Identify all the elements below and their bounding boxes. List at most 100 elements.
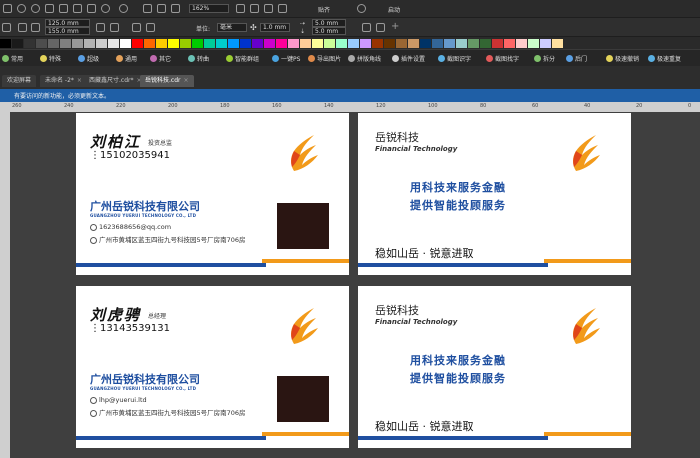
zoom-level-select[interactable]: 162% (189, 4, 229, 13)
new-document-icon[interactable] (3, 4, 12, 13)
paste-icon[interactable] (87, 4, 96, 13)
current-page-icon[interactable] (110, 23, 119, 32)
color-swatch[interactable] (408, 38, 419, 48)
plugin-button[interactable]: 超级 (78, 54, 99, 63)
export-icon[interactable] (157, 4, 166, 13)
import-icon[interactable] (143, 4, 152, 13)
plugin-button[interactable]: 截图识字 (438, 54, 471, 63)
full-screen-icon[interactable] (236, 4, 245, 13)
color-swatch[interactable] (336, 38, 347, 48)
plugin-button[interactable]: 通用 (116, 54, 137, 63)
color-swatch[interactable] (264, 38, 275, 48)
color-swatch[interactable] (276, 38, 287, 48)
cut-icon[interactable] (59, 4, 68, 13)
color-swatch[interactable] (288, 38, 299, 48)
color-swatch[interactable] (204, 38, 215, 48)
color-swatch[interactable] (0, 38, 11, 48)
copy-icon[interactable] (73, 4, 82, 13)
color-swatch[interactable] (252, 38, 263, 48)
units-select[interactable]: 毫米 (217, 23, 247, 32)
all-pages-icon[interactable] (96, 23, 105, 32)
document-tab[interactable]: 未命名 -2* × (40, 75, 87, 87)
color-swatch[interactable] (96, 38, 107, 48)
plugin-button[interactable]: 极速撤销 (606, 54, 639, 63)
close-tab-icon[interactable]: × (183, 77, 188, 84)
color-swatch[interactable] (300, 38, 311, 48)
business-card-front-2[interactable]: 刘虎骋 总经理 ⋮13143539131 广州岳锐科技有限公司 GUANGZHO… (76, 286, 349, 448)
color-swatch[interactable] (492, 38, 503, 48)
plugin-button[interactable]: 后门 (566, 54, 587, 63)
plugin-button[interactable]: 常用 (2, 54, 23, 63)
plugin-button[interactable]: 截图找字 (486, 54, 519, 63)
color-swatch[interactable] (312, 38, 323, 48)
color-swatch[interactable] (120, 38, 131, 48)
launch-dropdown[interactable]: 启动 (388, 5, 400, 14)
color-swatch[interactable] (228, 38, 239, 48)
cloud-upload-icon[interactable] (17, 4, 26, 13)
plugin-button[interactable]: 拼版角线 (348, 54, 381, 63)
document-tab[interactable]: 岳锐科技.cdr × (140, 75, 194, 87)
color-swatch[interactable] (384, 38, 395, 48)
page-height-field[interactable]: 155.0 mm (45, 27, 90, 35)
color-swatch[interactable] (108, 38, 119, 48)
nudge-distance-field[interactable]: 1.0 mm (260, 23, 290, 32)
color-swatch[interactable] (132, 38, 143, 48)
plugin-button[interactable]: 拆分 (534, 54, 555, 63)
color-swatch[interactable] (168, 38, 179, 48)
color-swatch[interactable] (516, 38, 527, 48)
color-swatch[interactable] (468, 38, 479, 48)
color-swatch[interactable] (48, 38, 59, 48)
guidelines-icon[interactable] (278, 4, 287, 13)
redo-icon[interactable] (119, 4, 128, 13)
plus-icon[interactable]: + (391, 21, 399, 32)
color-swatch[interactable] (144, 38, 155, 48)
color-swatch[interactable] (324, 38, 335, 48)
plugin-button[interactable]: 转曲 (188, 54, 209, 63)
close-tab-icon[interactable]: × (77, 77, 82, 84)
horizontal-ruler[interactable]: 260 240 220 200 180 160 140 120 100 80 60 40 20 0 (0, 102, 700, 112)
color-swatch[interactable] (156, 38, 167, 48)
duplicate-y-field[interactable]: 5.0 mm (312, 27, 346, 35)
plugin-button[interactable]: 极速重复 (648, 54, 681, 63)
color-swatch[interactable] (420, 38, 431, 48)
plugin-button[interactable]: 一键PS (272, 54, 300, 63)
color-swatch[interactable] (540, 38, 551, 48)
color-swatch[interactable] (528, 38, 539, 48)
plugin-button[interactable]: 智能群组 (226, 54, 259, 63)
color-swatch[interactable] (444, 38, 455, 48)
grid-icon[interactable] (264, 4, 273, 13)
plugin-button[interactable]: 其它 (150, 54, 171, 63)
business-card-front-1[interactable]: 刘柏江 投资总监 ⋮15102035941 广州岳锐科技有限公司 GUANGZH… (76, 113, 349, 275)
business-card-back-2[interactable]: 岳锐科技 Financial Technology 用科技来服务金融 提供智能投… (358, 286, 631, 448)
print-icon[interactable] (45, 4, 54, 13)
document-tab[interactable]: 西藏鑫尺寸.cdr* × (84, 75, 147, 87)
rulers-icon[interactable] (250, 4, 259, 13)
page-size-icon[interactable] (2, 23, 11, 32)
cloud-download-icon[interactable] (31, 4, 40, 13)
add-page-icon[interactable] (376, 23, 385, 32)
color-swatch[interactable] (192, 38, 203, 48)
options-gear-icon[interactable] (357, 4, 366, 13)
portrait-icon[interactable] (18, 23, 27, 32)
color-swatch[interactable] (504, 38, 515, 48)
color-swatch[interactable] (348, 38, 359, 48)
color-swatch[interactable] (216, 38, 227, 48)
color-swatch[interactable] (396, 38, 407, 48)
color-swatch[interactable] (84, 38, 95, 48)
color-swatch[interactable] (432, 38, 443, 48)
color-swatch[interactable] (72, 38, 83, 48)
vertical-ruler[interactable] (0, 112, 10, 458)
publish-pdf-icon[interactable] (171, 4, 180, 13)
layout-icon[interactable] (132, 23, 141, 32)
snap-to-dropdown[interactable]: 贴齐 (318, 5, 330, 14)
color-swatch[interactable] (480, 38, 491, 48)
page-width-field[interactable]: 125.0 mm (45, 19, 90, 27)
page-settings-icon[interactable] (362, 23, 371, 32)
duplicate-x-field[interactable]: 5.0 mm (312, 19, 346, 27)
color-swatch[interactable] (12, 38, 23, 48)
plugin-button[interactable]: 特殊 (40, 54, 61, 63)
drawing-canvas[interactable]: 刘柏江 投资总监 ⋮15102035941 广州岳锐科技有限公司 GUANGZH… (10, 112, 700, 458)
color-swatch[interactable] (552, 38, 563, 48)
color-swatch[interactable] (60, 38, 71, 48)
color-swatch[interactable] (36, 38, 47, 48)
